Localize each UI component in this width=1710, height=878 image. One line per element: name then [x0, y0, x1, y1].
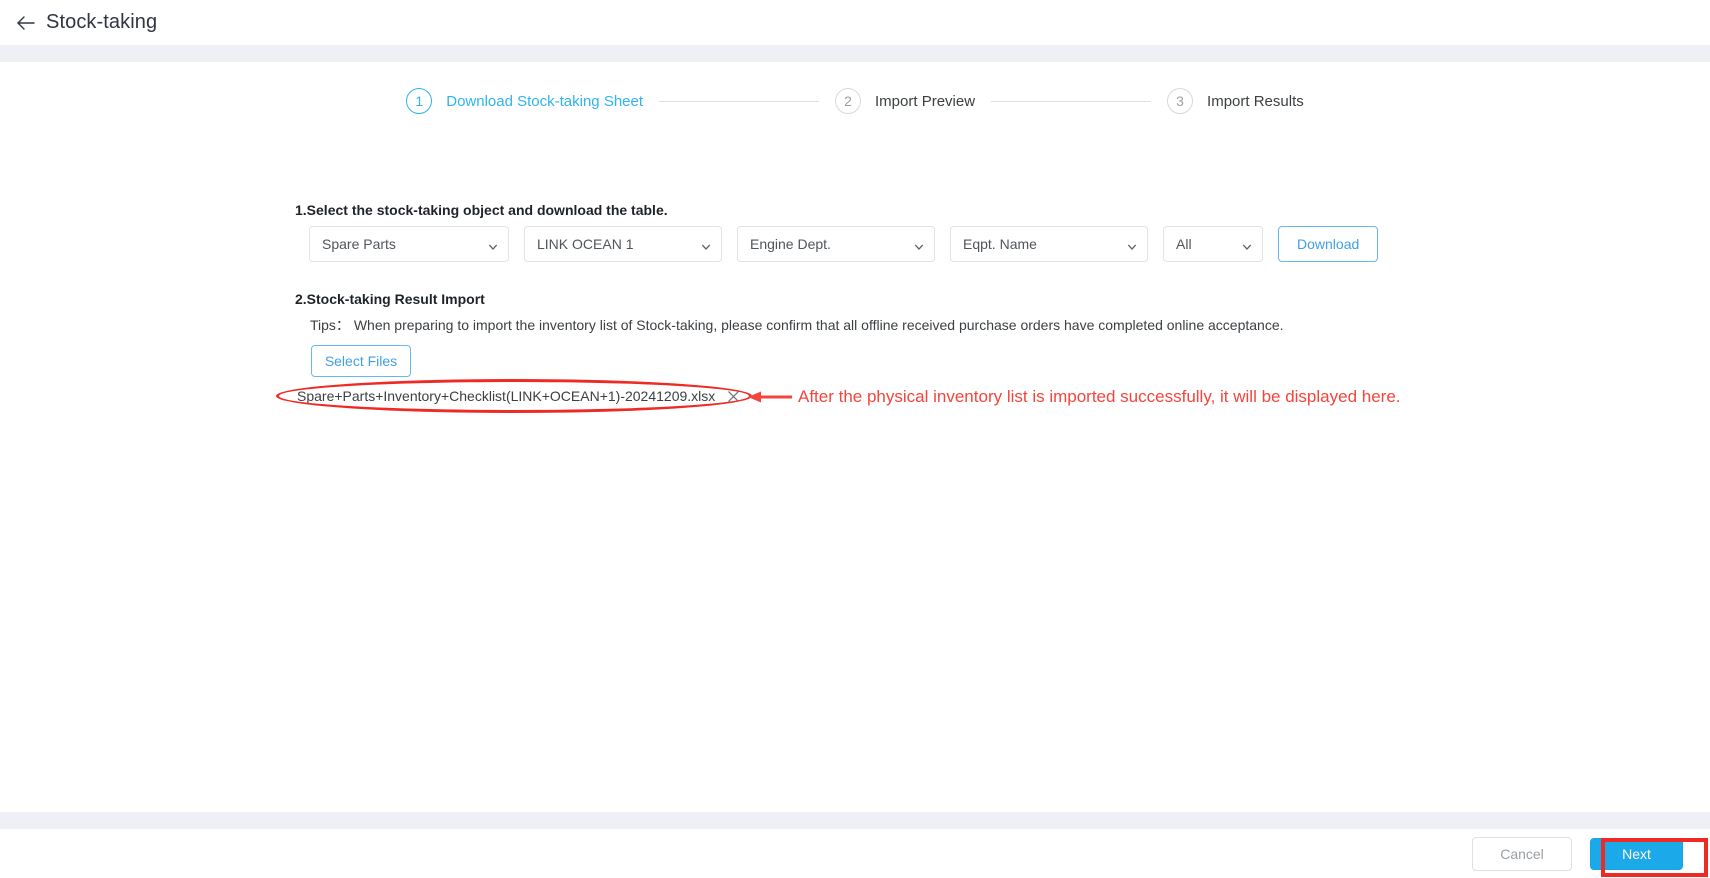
step-1-number: 1 — [406, 88, 433, 114]
section-1-title: 1.Select the stock-taking object and dow… — [295, 202, 668, 218]
select-equipment-name-value: Eqpt. Name — [963, 236, 1037, 252]
select-vessel[interactable]: LINK OCEAN 1 — [524, 226, 722, 262]
uploaded-file-row: Spare+Parts+Inventory+Checklist(LINK+OCE… — [297, 388, 741, 404]
step-3[interactable]: 3 Import Results — [1167, 88, 1304, 114]
step-connector-2 — [991, 100, 1152, 102]
cancel-button[interactable]: Cancel — [1472, 836, 1572, 871]
chevron-down-icon — [914, 239, 924, 250]
close-icon[interactable] — [725, 388, 741, 404]
chevron-down-icon — [1242, 239, 1252, 250]
import-tips: Tips： When preparing to import the inven… — [310, 317, 1284, 333]
select-vessel-value: LINK OCEAN 1 — [537, 236, 634, 252]
select-department-value: Engine Dept. — [750, 236, 831, 252]
chevron-down-icon — [1127, 239, 1137, 250]
step-3-label: Import Results — [1207, 92, 1304, 110]
select-equipment-name[interactable]: Eqpt. Name — [950, 226, 1148, 262]
footer-actions: Cancel Next — [0, 829, 1710, 878]
uploaded-file-name: Spare+Parts+Inventory+Checklist(LINK+OCE… — [297, 388, 716, 404]
page-root: Stock-taking 1 Download Stock-taking She… — [0, 0, 1710, 878]
step-2[interactable]: 2 Import Preview — [835, 88, 975, 114]
annotation-arrow-left-icon — [748, 390, 794, 404]
select-object-type[interactable]: Spare Parts — [309, 226, 509, 262]
step-3-number: 3 — [1167, 88, 1194, 114]
step-connector-1 — [659, 100, 820, 102]
stepper: 1 Download Stock-taking Sheet 2 Import P… — [0, 80, 1710, 122]
main-content: 1 Download Stock-taking Sheet 2 Import P… — [0, 62, 1710, 878]
footer-divider-band — [0, 812, 1710, 829]
step-1[interactable]: 1 Download Stock-taking Sheet — [406, 88, 643, 114]
chevron-down-icon — [701, 239, 711, 250]
page-title: Stock-taking — [46, 11, 158, 33]
next-button[interactable]: Next — [1590, 837, 1683, 870]
select-department[interactable]: Engine Dept. — [737, 226, 935, 262]
header-divider-band — [0, 45, 1710, 62]
select-scope[interactable]: All — [1163, 226, 1263, 262]
chevron-down-icon — [488, 239, 498, 250]
app-header: Stock-taking — [0, 0, 1710, 45]
section-2-title: 2.Stock-taking Result Import — [295, 291, 485, 307]
arrow-left-icon[interactable] — [14, 11, 38, 35]
annotation-note-file: After the physical inventory list is imp… — [798, 387, 1401, 406]
step-2-number: 2 — [835, 88, 862, 114]
filter-bar: Spare Parts LINK OCEAN 1 Engine Dept. Eq… — [309, 226, 1379, 262]
download-button[interactable]: Download — [1278, 226, 1379, 262]
select-object-type-value: Spare Parts — [322, 236, 396, 252]
select-files-button[interactable]: Select Files — [311, 345, 411, 377]
select-scope-value: All — [1176, 236, 1192, 252]
step-2-label: Import Preview — [875, 92, 976, 110]
step-1-label: Download Stock-taking Sheet — [446, 92, 644, 110]
